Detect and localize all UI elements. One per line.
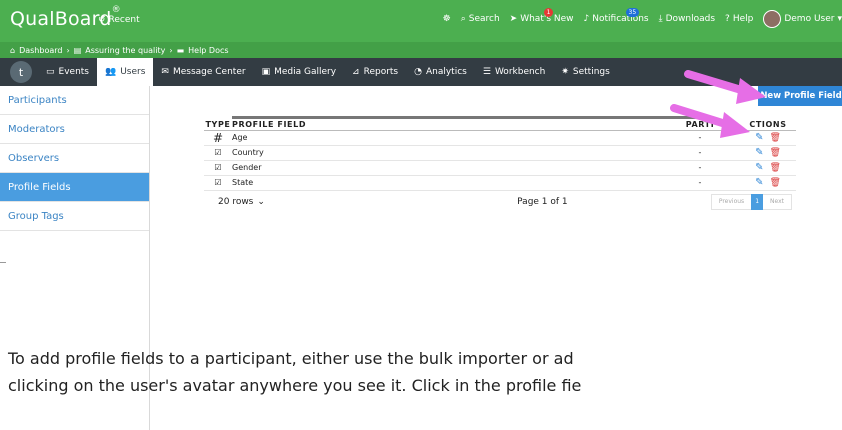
new-profile-field-button[interactable]: New Profile Field	[758, 86, 842, 106]
sidebar-item-profile-fields[interactable]: Profile Fields	[0, 173, 149, 202]
field-name: Gender	[232, 160, 660, 176]
notifications-badge: 35	[625, 8, 640, 17]
trash-icon[interactable]: 🗑	[769, 148, 780, 158]
trash-icon[interactable]: 🗑	[769, 163, 780, 173]
edit-icon[interactable]: ✎	[755, 147, 763, 158]
table-row: ☑ Gender - ✎ 🗑	[204, 160, 796, 176]
nav-media-gallery[interactable]: ▣ Media Gallery	[254, 58, 344, 86]
field-name: Country	[232, 145, 660, 161]
support-button[interactable]: ☸	[443, 14, 451, 24]
whats-new-button[interactable]: ➤ What's New 1	[509, 8, 574, 24]
trash-icon[interactable]: 🗑	[769, 133, 780, 143]
nav-workbench[interactable]: ☰ Workbench	[475, 58, 553, 86]
participant-count: -	[660, 160, 740, 176]
users-icon: 👥	[105, 67, 117, 77]
image-icon: ▣	[261, 67, 271, 77]
support-icon: ☸	[442, 14, 451, 24]
sidebar-item-moderators[interactable]: Moderators	[0, 115, 149, 144]
breadcrumb-project[interactable]: Assuring the quality	[85, 46, 165, 55]
help-button[interactable]: ? Help	[725, 14, 753, 24]
hash-icon: #	[212, 130, 224, 145]
nav-analytics[interactable]: ◔ Analytics	[406, 58, 475, 86]
folder-icon: ▬	[176, 45, 185, 55]
next-page-button[interactable]: Next	[763, 194, 791, 210]
pagination: Previous 1 Next	[710, 193, 792, 210]
search-button[interactable]: ⌕ Search	[461, 14, 500, 24]
table-row: ☑ Country - ✎ 🗑	[204, 145, 796, 161]
edit-icon[interactable]: ✎	[755, 177, 763, 188]
notifications-button[interactable]: ♪ Notifications 35	[583, 8, 649, 24]
rows-per-page-select[interactable]: 20 rows ⌄	[204, 197, 374, 207]
sidebar-item-participants[interactable]: Participants	[0, 86, 149, 115]
recent-link[interactable]: ↺ Recent	[98, 15, 140, 25]
search-icon: ⌕	[460, 14, 466, 24]
breadcrumb-help-docs[interactable]: Help Docs	[188, 46, 228, 55]
trash-icon[interactable]: 🗑	[769, 178, 780, 188]
field-name: Age	[232, 130, 660, 146]
nav-settings[interactable]: ✷ Settings	[553, 58, 617, 86]
nav-events[interactable]: ▭ Events	[38, 58, 97, 86]
edit-icon[interactable]: ✎	[755, 132, 763, 143]
previous-page-button[interactable]: Previous	[712, 194, 751, 210]
annotation-arrow-icon	[670, 104, 750, 138]
participant-count: -	[660, 145, 740, 161]
page-info: Page 1 of 1	[517, 196, 568, 207]
divider	[0, 262, 6, 263]
chevron-down-icon: ▾	[837, 14, 842, 24]
chevron-right-icon: ›	[169, 45, 173, 55]
list-icon: ☰	[482, 67, 491, 77]
breadcrumb-dashboard[interactable]: Dashboard	[19, 46, 62, 55]
pie-chart-icon: ◔	[414, 67, 422, 77]
top-bar: QualBoard® ↺ Recent ☸ ⌕ Search ➤ What's New…	[0, 0, 842, 42]
download-icon: ⤓	[658, 14, 663, 24]
nav-users[interactable]: 👥 Users	[97, 58, 154, 86]
current-page-button[interactable]: 1	[751, 193, 764, 210]
project-button[interactable]: t	[10, 61, 32, 83]
edit-icon[interactable]: ✎	[755, 162, 763, 173]
sidebar-item-observers[interactable]: Observers	[0, 144, 149, 173]
bell-icon: ♪	[583, 14, 590, 24]
choice-icon: ☑	[214, 148, 222, 157]
home-icon: ⌂	[10, 45, 16, 55]
participant-count: -	[660, 175, 740, 191]
megaphone-icon: ➤	[509, 14, 518, 24]
envelope-icon: ✉	[161, 67, 169, 77]
help-paragraph: To add profile fields to a participant, …	[8, 345, 581, 399]
downloads-button[interactable]: ⤓ Downloads	[659, 14, 715, 24]
chart-icon: ⊿	[352, 67, 360, 77]
calendar-icon: ▭	[46, 67, 55, 77]
chevron-right-icon: ›	[66, 45, 70, 55]
document-icon: ▤	[73, 45, 82, 55]
table-footer: 20 rows ⌄ Page 1 of 1 Previous 1 Next	[204, 191, 796, 213]
gear-icon: ✷	[561, 67, 569, 77]
field-name: State	[232, 175, 660, 191]
sidebar-item-group-tags[interactable]: Group Tags	[0, 202, 149, 231]
nav-reports[interactable]: ⊿ Reports	[344, 58, 406, 86]
choice-icon: ☑	[214, 163, 222, 172]
user-menu[interactable]: Demo User ▾	[763, 10, 842, 28]
top-tools: ☸ ⌕ Search ➤ What's New 1 ♪ Notifications 35 …	[443, 8, 842, 28]
avatar	[763, 10, 782, 28]
breadcrumb: ⌂ Dashboard › ▤ Assuring the quality › ▬…	[0, 42, 842, 58]
table-row: ☑ State - ✎ 🗑	[204, 175, 796, 191]
nav-message-center[interactable]: ✉ Message Center	[153, 58, 253, 86]
choice-icon: ☑	[214, 178, 222, 187]
help-line: clicking on the user's avatar anywhere y…	[8, 376, 582, 395]
history-icon: ↺	[98, 15, 106, 25]
column-header-profile-field[interactable]: PROFILE FIELD	[232, 119, 660, 131]
help-icon: ?	[725, 14, 730, 24]
help-line: To add profile fields to a participant, …	[8, 349, 574, 368]
column-header-type[interactable]: TYPE	[204, 119, 232, 131]
chevron-down-icon: ⌄	[257, 196, 265, 207]
